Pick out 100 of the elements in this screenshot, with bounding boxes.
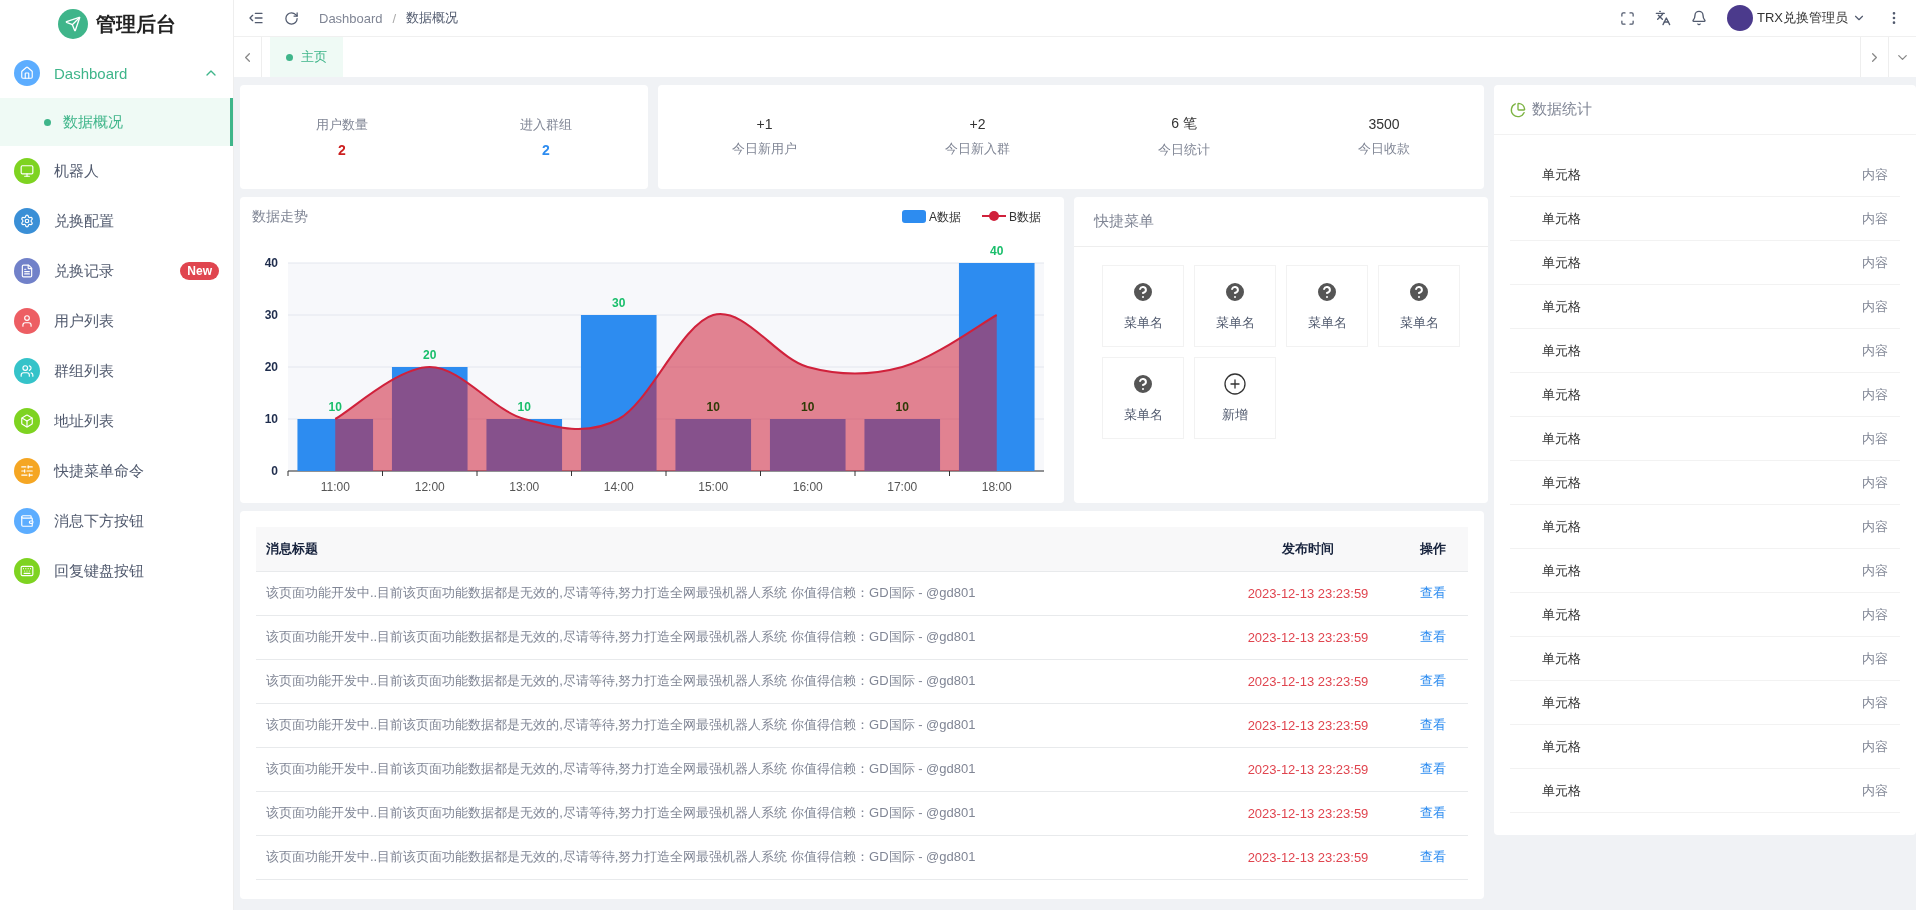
row-value: 内容 [1862,473,1888,492]
chart-title: 数据走势 [252,208,308,224]
view-link[interactable]: 查看 [1420,585,1446,600]
table-cell: 2023-12-13 23:23:59 [1218,791,1398,835]
axis-label: 14:00 [603,480,634,494]
row-value: 内容 [1862,165,1888,184]
row-label: 单元格 [1542,693,1581,712]
axis-label: 0 [271,464,278,478]
stat-value: +2 [969,116,986,132]
axis-label: 30 [264,308,278,322]
row-label: 单元格 [1542,165,1581,184]
data-label: 10 [706,400,720,414]
view-link[interactable]: 查看 [1420,717,1446,732]
row-label: 单元格 [1542,385,1581,404]
view-link[interactable]: 查看 [1420,673,1446,688]
bell-icon[interactable] [1691,10,1707,26]
stat-label: 今日收款 [1358,140,1410,158]
row-value: 内容 [1862,693,1888,712]
new-badge: New [180,262,219,280]
quick-menu-item[interactable]: 菜单名 [1286,265,1368,347]
row-label: 单元格 [1542,429,1581,448]
column-header: 操作 [1398,527,1468,571]
table-cell: 2023-12-13 23:23:59 [1218,615,1398,659]
row-label: 单元格 [1542,561,1581,580]
table-cell: 该页面功能开发中..目前该页面功能数据都是无效的,尽请等待,努力打造全网最强机器人系统 你值得信赖：GD国际 - @gd801 [256,703,1218,747]
view-link[interactable]: 查看 [1420,761,1446,776]
table-cell: 该页面功能开发中..目前该页面功能数据都是无效的,尽请等待,努力打造全网最强机器人系统 你值得信赖：GD国际 - @gd801 [256,835,1218,879]
table-cell: 该页面功能开发中..目前该页面功能数据都是无效的,尽请等待,努力打造全网最强机器人系统 你值得信赖：GD国际 - @gd801 [256,571,1218,615]
sidebar-item[interactable]: 机器人 [0,146,233,196]
axis-label: 12:00 [414,480,445,494]
quick-menu-item[interactable]: 菜单名 [1378,265,1460,347]
sidebar-item[interactable]: 兑换配置 [0,196,233,246]
data-label: 20 [423,348,437,362]
view-link[interactable]: 查看 [1420,629,1446,644]
breadcrumb-link[interactable]: 数据概况 [406,9,459,27]
row-label: 单元格 [1542,605,1581,624]
row-value: 内容 [1862,781,1888,800]
quick-menu-item[interactable]: 新增 [1194,357,1276,439]
stat-label: 今日新用户 [732,140,797,158]
user-name[interactable]: TRX兑换管理员 [1757,9,1848,27]
row-value: 内容 [1862,517,1888,536]
data-label: 10 [801,400,815,414]
table-cell: 该页面功能开发中..目前该页面功能数据都是无效的,尽请等待,努力打造全网最强机器人系统 你值得信赖：GD国际 - @gd801 [256,615,1218,659]
row-value: 内容 [1862,209,1888,228]
app-logo-text: 管理后台 [95,11,176,37]
fullscreen-icon[interactable] [1620,10,1635,26]
sidebar-item[interactable]: 兑换记录 New [0,246,233,296]
axis-label: 20 [264,360,278,374]
table-cell: 该页面功能开发中..目前该页面功能数据都是无效的,尽请等待,努力打造全网最强机器人系统 你值得信赖：GD国际 - @gd801 [256,747,1218,791]
sidebar-item[interactable]: 快捷菜单命令 [0,446,233,496]
view-link[interactable]: 查看 [1420,849,1446,864]
menu-fold-icon[interactable] [248,10,264,26]
axis-label: 18:00 [981,480,1012,494]
sidebar-item[interactable]: 地址列表 [0,396,233,446]
row-label: 单元格 [1542,649,1581,668]
axis-label: 13:00 [509,480,540,494]
data-label: 10 [895,400,909,414]
add-icon [1223,372,1247,396]
table-cell: 2023-12-13 23:23:59 [1218,747,1398,791]
breadcrumb-link[interactable]: Dashboard [319,10,383,26]
column-header: 消息标题 [256,527,1218,571]
row-value: 内容 [1862,561,1888,580]
translate-icon[interactable] [1655,10,1671,26]
card-title: 快捷菜单 [1094,212,1154,231]
quick-menu-item[interactable]: 菜单名 [1102,357,1184,439]
card-title: 数据统计 [1532,100,1592,119]
legend-swatch [902,210,926,223]
table-cell: 2023-12-13 23:23:59 [1218,571,1398,615]
stat-value: 2 [542,142,550,158]
sidebar-item[interactable]: 回复键盘按钮 [0,546,233,596]
sidebar-item[interactable]: 群组列表 [0,346,233,396]
stat-label: 进入群组 [520,116,572,134]
axis-label: 15:00 [698,480,729,494]
table-cell: 该页面功能开发中..目前该页面功能数据都是无效的,尽请等待,努力打造全网最强机器人系统 你值得信赖：GD国际 - @gd801 [256,659,1218,703]
stat-value: 3500 [1368,116,1400,132]
sidebar-item[interactable]: 消息下方按钮 [0,496,233,546]
row-label: 单元格 [1542,341,1581,360]
axis-label: 11:00 [320,480,350,494]
data-label: 10 [328,400,342,414]
row-label: 单元格 [1542,253,1581,272]
help-icon [1407,280,1431,304]
stat-label: 今日统计 [1158,141,1210,159]
row-label: 单元格 [1542,209,1581,228]
chart-icon [1510,101,1526,118]
stat-value: 6 笔 [1171,115,1197,133]
avatar[interactable] [1727,5,1753,31]
row-value: 内容 [1862,649,1888,668]
table-cell: 2023-12-13 23:23:59 [1218,835,1398,879]
row-value: 内容 [1862,253,1888,272]
sidebar-item[interactable]: 用户列表 [0,296,233,346]
refresh-icon[interactable] [284,10,299,26]
axis-label: 17:00 [887,480,918,494]
view-link[interactable]: 查看 [1420,805,1446,820]
table-cell: 2023-12-13 23:23:59 [1218,659,1398,703]
logo-icon [57,9,88,39]
row-label: 单元格 [1542,473,1581,492]
quick-menu-item[interactable]: 菜单名 [1102,265,1184,347]
row-label: 单元格 [1542,737,1581,756]
quick-menu-item[interactable]: 菜单名 [1194,265,1276,347]
row-label: 单元格 [1542,781,1581,800]
